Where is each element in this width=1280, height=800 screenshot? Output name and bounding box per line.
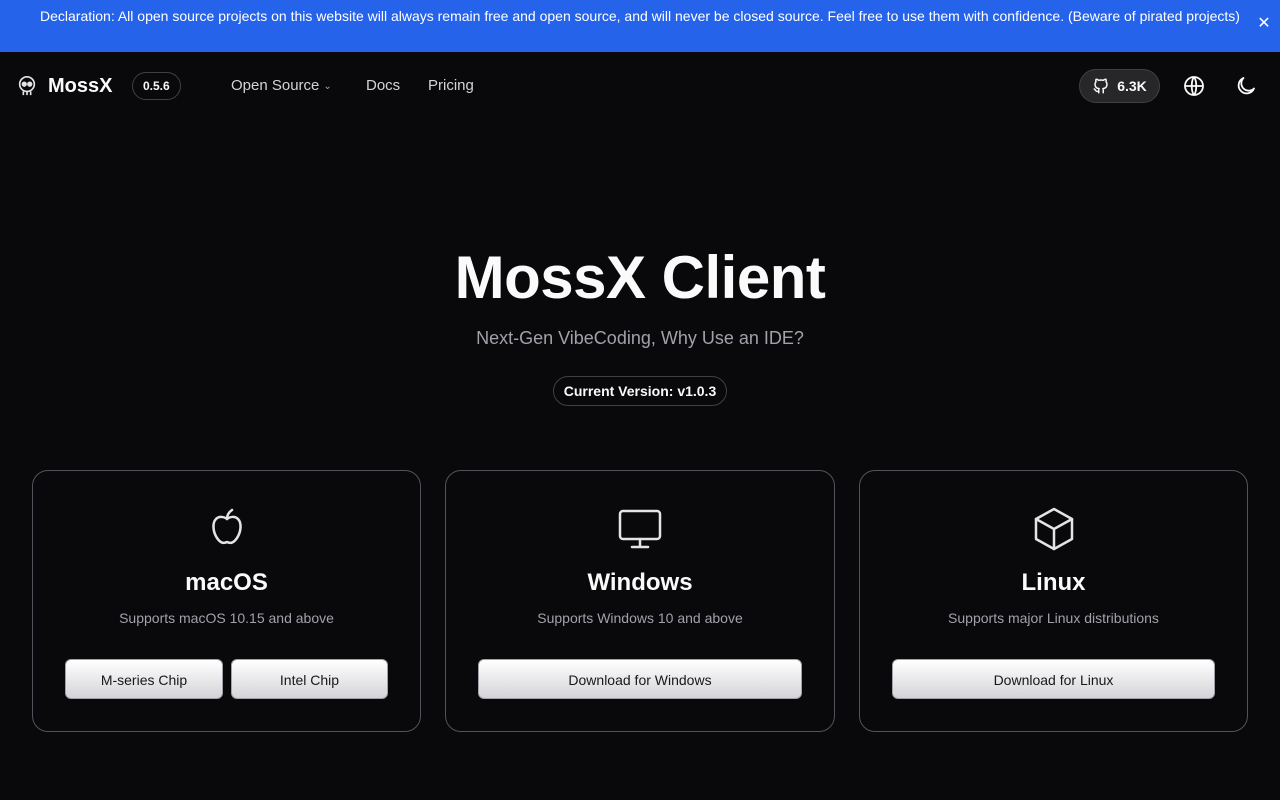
apple-icon bbox=[211, 508, 242, 545]
platform-desc: Supports macOS 10.15 and above bbox=[119, 610, 334, 626]
chevron-down-icon: ⌄ bbox=[323, 81, 332, 92]
github-stars-button[interactable]: 6.3K bbox=[1079, 69, 1160, 103]
banner-text: Declaration: All open source projects on… bbox=[40, 8, 1240, 24]
skull-logo-icon[interactable] bbox=[16, 75, 38, 97]
version-badge: 0.5.6 bbox=[132, 72, 181, 100]
platform-title: Linux bbox=[1021, 569, 1086, 596]
monitor-icon bbox=[618, 509, 662, 549]
platform-card-macos: macOS Supports macOS 10.15 and above M-s… bbox=[32, 470, 421, 732]
nav-open-source-label: Open Source bbox=[231, 77, 320, 94]
current-version-badge: Current Version: v1.0.3 bbox=[552, 376, 728, 406]
brand-name[interactable]: MossX bbox=[48, 74, 112, 98]
platform-card-linux: Linux Supports major Linux distributions… bbox=[859, 470, 1248, 732]
nav-pricing[interactable]: Pricing bbox=[428, 76, 474, 96]
box-icon bbox=[1034, 507, 1073, 551]
github-stars-count: 6.3K bbox=[1117, 78, 1147, 94]
github-icon bbox=[1093, 78, 1108, 94]
moon-icon[interactable] bbox=[1234, 74, 1258, 98]
platform-card-windows: Windows Supports Windows 10 and above Do… bbox=[445, 470, 835, 732]
globe-icon[interactable] bbox=[1182, 74, 1206, 98]
close-icon[interactable]: ✕ bbox=[1256, 16, 1272, 32]
nav-open-source[interactable]: Open Source ⌄ bbox=[231, 76, 332, 97]
download-m-series-button[interactable]: M-series Chip bbox=[65, 659, 223, 699]
platform-title: macOS bbox=[185, 569, 268, 596]
download-intel-button[interactable]: Intel Chip bbox=[231, 659, 388, 699]
declaration-banner: Declaration: All open source projects on… bbox=[0, 0, 1280, 52]
download-windows-button[interactable]: Download for Windows bbox=[478, 659, 802, 699]
platform-title: Windows bbox=[587, 569, 693, 596]
hero-title: MossX Client bbox=[454, 244, 826, 311]
hero-subtitle: Next-Gen VibeCoding, Why Use an IDE? bbox=[476, 328, 804, 348]
download-linux-button[interactable]: Download for Linux bbox=[892, 659, 1215, 699]
current-version-wrap: Current Version: v1.0.3 bbox=[0, 376, 1280, 406]
nav-docs[interactable]: Docs bbox=[366, 76, 400, 96]
platform-desc: Supports Windows 10 and above bbox=[537, 610, 743, 626]
top-nav: MossX 0.5.6 Open Source ⌄ Docs Pricing 6.… bbox=[0, 52, 1280, 120]
platform-desc: Supports major Linux distributions bbox=[948, 610, 1159, 626]
